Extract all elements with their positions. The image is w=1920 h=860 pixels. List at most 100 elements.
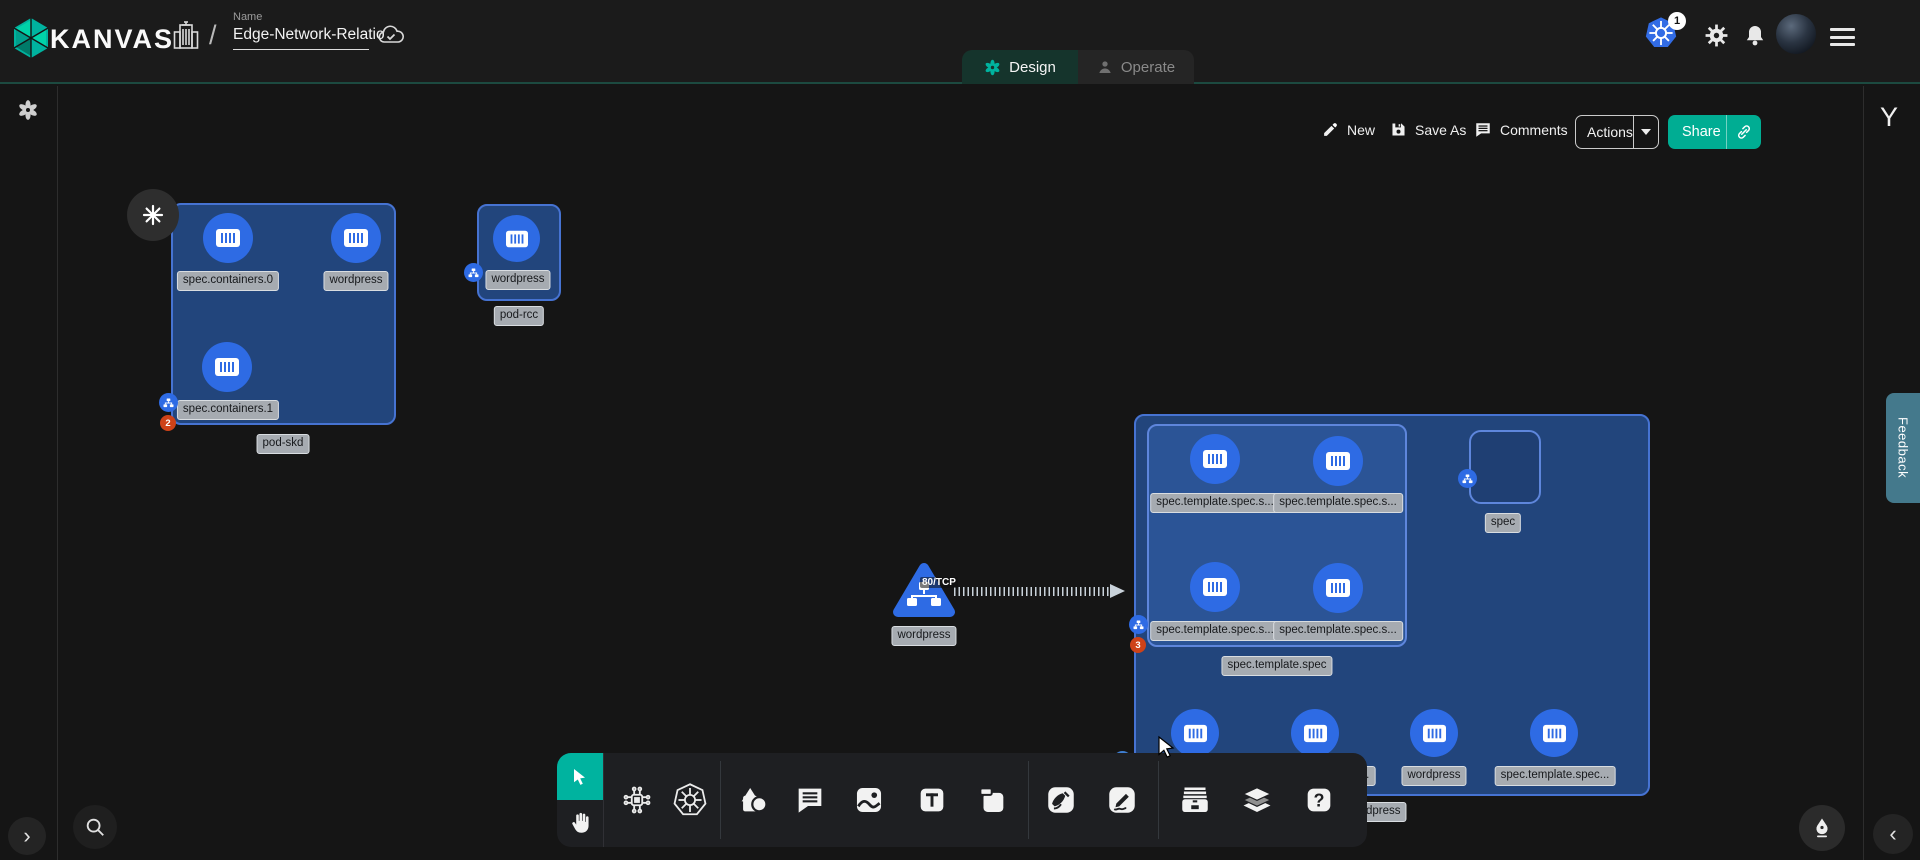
share-label: Share — [1668, 124, 1726, 140]
pen-tool[interactable] — [1041, 780, 1081, 820]
pan-tool[interactable] — [560, 803, 600, 843]
relationship-badge-icon[interactable] — [1458, 469, 1477, 488]
relationship-badge-icon[interactable] — [464, 263, 483, 282]
magnifier-icon — [84, 816, 106, 838]
container-node[interactable] — [202, 342, 252, 392]
container-icon — [504, 228, 530, 250]
save-as-label: Save As — [1415, 122, 1466, 138]
integrations-tool[interactable] — [617, 780, 657, 820]
container-icon — [1201, 575, 1229, 599]
container-node[interactable] — [1291, 709, 1339, 757]
container-node[interactable] — [1410, 709, 1458, 757]
design-name-label: Name — [233, 11, 262, 23]
tab-design[interactable]: Design — [962, 50, 1078, 84]
zoom-search-button[interactable] — [73, 805, 117, 849]
node-label: spec.template.spec.s... — [1150, 621, 1280, 641]
comments-label: Comments — [1500, 122, 1568, 138]
error-count-badge[interactable]: 3 — [1130, 637, 1146, 653]
pen-mode-button[interactable] — [1799, 805, 1845, 851]
shapes-tool[interactable] — [733, 780, 773, 820]
group-label: pod-rcc — [494, 306, 544, 326]
actions-button[interactable]: Actions — [1575, 115, 1659, 149]
container-icon — [1182, 722, 1209, 745]
circuit-icon — [620, 783, 654, 817]
layers-tool[interactable] — [1237, 780, 1277, 820]
drawer-icon — [1177, 782, 1213, 818]
menu-icon[interactable] — [1830, 28, 1855, 51]
container-node[interactable] — [1190, 434, 1240, 484]
pencil-tool[interactable] — [1102, 780, 1142, 820]
comments-button[interactable]: Comments — [1474, 121, 1568, 139]
node-label: spec.template.spec.s... — [1150, 493, 1280, 513]
shapes-icon — [736, 783, 770, 817]
pen-path-icon — [1044, 783, 1078, 817]
design-name-input[interactable]: Edge-Network-Relatio — [233, 26, 369, 50]
kubernetes-badge: 1 — [1668, 12, 1686, 30]
comment-tool[interactable] — [790, 780, 830, 820]
container-node[interactable] — [1530, 709, 1578, 757]
edge-line[interactable] — [954, 587, 1112, 596]
relationship-badge-icon[interactable] — [159, 393, 178, 412]
container-node[interactable] — [331, 213, 381, 263]
floppy-icon — [1390, 121, 1407, 138]
tab-operate[interactable]: Operate — [1078, 50, 1194, 84]
spec-node[interactable] — [1469, 430, 1541, 504]
container-node[interactable] — [1313, 436, 1363, 486]
node-label: wordpress — [323, 271, 388, 291]
question-icon: ? — [1303, 784, 1335, 816]
chevron-down-icon[interactable] — [1641, 129, 1651, 135]
mouse-cursor — [1155, 735, 1179, 759]
actions-divider — [1633, 116, 1634, 148]
container-node[interactable] — [1190, 562, 1240, 612]
design-pinwheel-icon — [984, 59, 1001, 76]
feedback-tab[interactable]: Feedback — [1886, 393, 1920, 503]
new-label: New — [1347, 122, 1375, 138]
pencil-new-icon — [1322, 121, 1339, 138]
svg-text:?: ? — [1314, 790, 1325, 810]
breadcrumb-separator: / — [209, 20, 217, 51]
container-icon — [214, 226, 242, 250]
image-tool[interactable] — [849, 780, 889, 820]
select-tool[interactable] — [557, 753, 603, 800]
share-button[interactable]: Share — [1668, 115, 1761, 149]
image-icon — [852, 783, 886, 817]
bell-icon[interactable] — [1743, 23, 1767, 48]
container-icon — [1541, 722, 1568, 745]
container-node[interactable] — [203, 213, 253, 263]
comment-icon — [794, 784, 826, 816]
drawer-tool[interactable] — [1175, 780, 1215, 820]
canvas-toolbar: ? — [557, 753, 1367, 847]
link-icon[interactable] — [1735, 123, 1753, 141]
container-node[interactable] — [1313, 563, 1363, 613]
help-tool[interactable]: ? — [1299, 780, 1339, 820]
building-icon[interactable] — [172, 20, 200, 50]
save-as-button[interactable]: Save As — [1390, 121, 1466, 138]
app-header: KANVAS / Name Edge-Network-Relatio — [0, 0, 1920, 84]
kubernetes-tool[interactable] — [670, 780, 710, 820]
container-icon — [342, 226, 370, 250]
text-tool[interactable] — [912, 780, 952, 820]
gear-icon[interactable] — [1704, 23, 1729, 48]
container-node[interactable] — [493, 215, 540, 262]
error-count-badge[interactable]: 2 — [160, 415, 176, 431]
group-spec-template-spec[interactable] — [1147, 424, 1407, 647]
validator-y-icon[interactable]: Y — [1880, 102, 1898, 133]
collapse-right-panel-button[interactable]: ‹ — [1873, 814, 1913, 854]
node-label: wordpress — [485, 270, 550, 290]
new-button[interactable]: New — [1322, 121, 1375, 138]
service-node[interactable] — [892, 560, 956, 622]
kanvas-logo-icon — [13, 18, 49, 58]
mode-tabs: Design Operate — [962, 50, 1194, 84]
group-label: spec.template.spec — [1221, 656, 1332, 676]
expand-left-panel-button[interactable]: › — [8, 817, 46, 855]
group-action-snowflake-button[interactable] — [127, 189, 179, 241]
avatar[interactable] — [1776, 14, 1816, 54]
node-label: spec.template.spec... — [1495, 766, 1616, 786]
container-icon — [1302, 722, 1329, 745]
node-label: spec.containers.1 — [177, 400, 279, 420]
note-tool[interactable] — [972, 780, 1012, 820]
relationship-badge-icon[interactable] — [1129, 615, 1148, 634]
history-pinwheel-icon[interactable] — [17, 99, 39, 121]
canvas[interactable]: spec.containers.0 wordpress spec.contain… — [58, 86, 1920, 860]
actions-label: Actions — [1576, 124, 1633, 140]
